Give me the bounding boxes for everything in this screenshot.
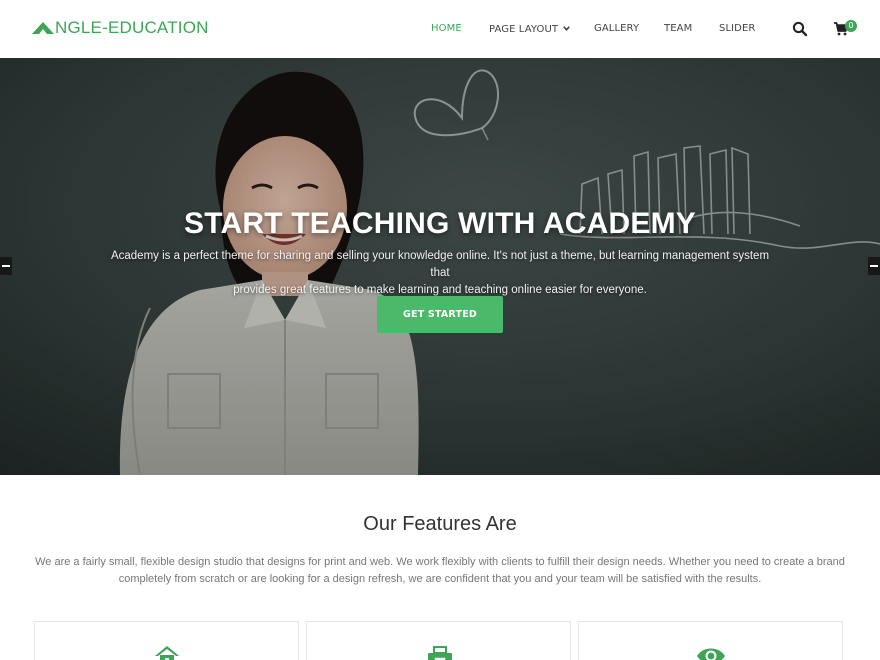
nav-page-layout[interactable]: PAGE LAYOUT: [489, 21, 570, 37]
cart-count-badge: 0: [845, 20, 857, 32]
home-icon: [155, 646, 179, 660]
nav-team[interactable]: TEAM: [664, 21, 692, 37]
features-title: Our Features Are: [363, 513, 517, 535]
nav-gallery[interactable]: GALLERY: [594, 21, 639, 37]
feature-card[interactable]: [34, 621, 299, 660]
cart-button[interactable]: 0: [833, 19, 859, 37]
features-description-line: completely from scratch or are looking f…: [118, 573, 762, 585]
hero-title: START TEACHING WITH ACADEMY: [183, 207, 697, 240]
search-icon: [792, 21, 808, 37]
features-description: We are a fairly small, flexible design s…: [32, 554, 848, 588]
slider-next-button[interactable]: [868, 257, 880, 275]
get-started-button[interactable]: GET STARTED: [377, 296, 503, 333]
feature-card[interactable]: [578, 621, 843, 660]
nav-page-layout-label: PAGE LAYOUT: [489, 24, 559, 35]
arrow-left-icon: [2, 265, 10, 267]
search-button[interactable]: [792, 21, 808, 37]
logo-text: NGLE-EDUCATION: [55, 18, 209, 37]
arrow-right-icon: [870, 265, 878, 267]
nav-slider[interactable]: SLIDER: [719, 21, 755, 37]
hero-description-line: Academy is a perfect theme for sharing a…: [110, 250, 770, 279]
features-description-line: We are a fairly small, flexible design s…: [35, 556, 845, 568]
slider-prev-button[interactable]: [0, 257, 12, 275]
hero-description: Academy is a perfect theme for sharing a…: [110, 248, 770, 299]
printer-icon: [428, 646, 452, 660]
triangle-logo-icon: [32, 22, 54, 34]
nav-home[interactable]: HOME: [431, 21, 462, 37]
site-logo[interactable]: NGLE-EDUCATION: [32, 17, 209, 39]
eye-icon: [697, 648, 725, 660]
feature-card[interactable]: [306, 621, 571, 660]
chevron-down-icon: [563, 21, 570, 37]
hero-slider: START TEACHING WITH ACADEMY Academy is a…: [0, 58, 880, 475]
site-header: NGLE-EDUCATION HOME PAGE LAYOUT GALLERY …: [0, 0, 880, 58]
